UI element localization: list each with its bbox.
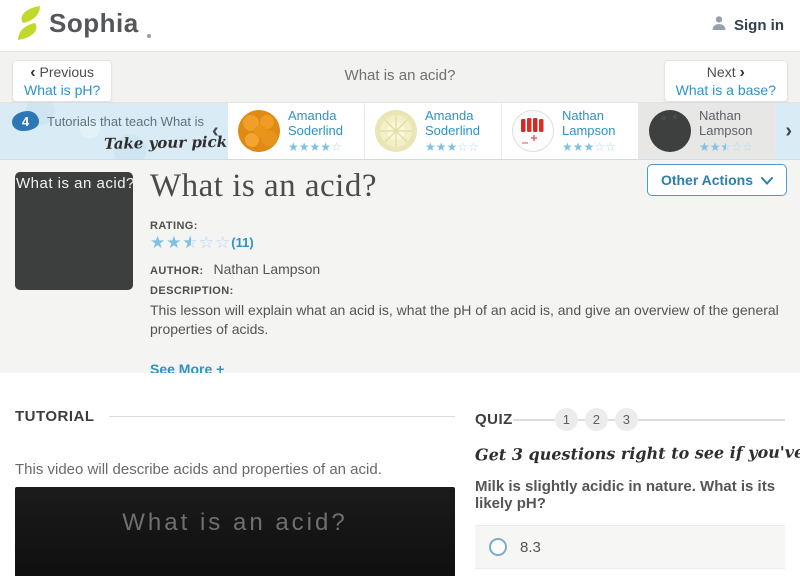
quiz-progress: QUIZ 1 2 3 [475, 408, 785, 431]
next-lesson-title: What is a base? [675, 82, 776, 98]
lower-content: TUTORIAL This video will describe acids … [0, 373, 800, 576]
divider [637, 418, 785, 421]
tutor-name: Amanda Soderlind [288, 108, 343, 138]
oranges-thumbnail-icon [238, 110, 280, 152]
author-name: Nathan Lampson [213, 261, 321, 277]
video-title: What is an acid? [122, 509, 348, 536]
quiz-section: QUIZ 1 2 3 Get 3 questions right to see … [474, 408, 800, 576]
lemon-thumbnail-icon [375, 110, 417, 152]
tutor-name: Amanda Soderlind [425, 108, 480, 138]
chevron-down-icon [761, 172, 773, 188]
quiz-step-1: 1 [554, 408, 578, 431]
tutor-card-3[interactable]: Nathan Lampson ★★★☆☆ [502, 103, 639, 159]
star-rating: ★★★★☆ [288, 139, 342, 154]
next-label: Next [706, 64, 736, 80]
video-player[interactable]: What is an acid? [15, 487, 455, 576]
thumbnail-title: What is an acid? [16, 175, 133, 192]
quiz-step-2: 2 [584, 408, 608, 431]
tutorial-section: TUTORIAL This video will describe acids … [15, 408, 455, 576]
quiz-heading: QUIZ [475, 411, 513, 428]
sophia-logo[interactable]: Sophia [16, 6, 151, 45]
sign-in-label: Sign in [734, 17, 784, 34]
sign-in-button[interactable]: Sign in [711, 15, 784, 36]
dark-circle-thumbnail-icon [649, 110, 691, 152]
author-label: AUTHOR: [150, 265, 204, 277]
red-bars-thumbnail-icon [512, 110, 554, 152]
top-header: Sophia Sign in [0, 0, 800, 52]
quiz-question: Milk is slightly acidic in nature. What … [475, 478, 776, 512]
tutor-name: Nathan Lampson [699, 108, 753, 138]
page: Sophia Sign in ‹ Previous What is pH? Wh… [0, 0, 800, 576]
answer-option-label: 8.3 [520, 538, 541, 556]
tutor-card-1[interactable]: Amanda Soderlind ★★★★☆ [228, 103, 365, 159]
quiz-answer-option[interactable]: 8.3 [475, 525, 785, 569]
quiz-step-3: 3 [614, 408, 638, 431]
tutorial-intro: This video will describe acids and prope… [15, 461, 382, 478]
quiz-tagline: Get 3 questions right to see if you've g… [474, 441, 800, 465]
divider [512, 418, 555, 421]
tutor-card-4-selected[interactable]: Nathan Lampson ★★☆ ★ ☆☆ [639, 103, 776, 159]
divider [108, 416, 455, 417]
carousel-cards: Amanda Soderlind ★★★★☆ Amanda Soderlind … [228, 103, 776, 159]
tutor-name: Nathan Lampson [562, 108, 616, 138]
carousel-info: 4 Tutorials that teach What is an a Take… [12, 111, 233, 153]
brand-name: Sophia [49, 8, 139, 38]
chevron-right-icon: › [739, 64, 745, 81]
rating-label: RATING: [150, 220, 198, 232]
next-button[interactable]: Next › What is a base? [663, 60, 788, 102]
rating-count-link[interactable]: (11) [231, 235, 253, 250]
divider [577, 418, 585, 421]
user-icon [711, 15, 727, 36]
radio-button-icon[interactable] [489, 538, 507, 556]
tutorial-count-badge: 4 [12, 111, 39, 131]
other-actions-label: Other Actions [660, 172, 753, 188]
sophia-leaf-icon [16, 6, 42, 45]
lesson-video-thumbnail[interactable]: What is an acid? [15, 172, 133, 290]
lesson-hero: What is an acid? What is an acid? RATING… [0, 160, 800, 377]
carousel-scroll-left-icon[interactable]: ‹ [212, 117, 219, 145]
carousel-heading: Tutorials that teach What is an a [47, 113, 205, 129]
brand-dot [146, 34, 151, 38]
star-rating: ★★★☆☆ [425, 139, 479, 154]
tutorials-carousel: 4 Tutorials that teach What is an a Take… [0, 103, 800, 160]
other-actions-button[interactable]: Other Actions [646, 164, 787, 196]
description-text: This lesson will explain what an acid is… [150, 302, 779, 337]
carousel-tagline: Take your pick: [103, 132, 233, 153]
lesson-navbar: ‹ Previous What is pH? What is an acid? … [0, 52, 800, 103]
lesson-star-rating: ★★☆ ★ ☆☆ [150, 233, 232, 252]
tutor-card-2[interactable]: Amanda Soderlind ★★★☆☆ [365, 103, 502, 159]
divider [607, 418, 615, 421]
star-rating: ★★★☆☆ [562, 139, 616, 154]
description-label: DESCRIPTION: [150, 285, 234, 297]
carousel-scroll-right-icon[interactable]: › [785, 117, 792, 145]
star-rating: ★★☆ ★ ☆☆ [699, 139, 753, 154]
tutorial-heading: TUTORIAL [15, 408, 95, 425]
